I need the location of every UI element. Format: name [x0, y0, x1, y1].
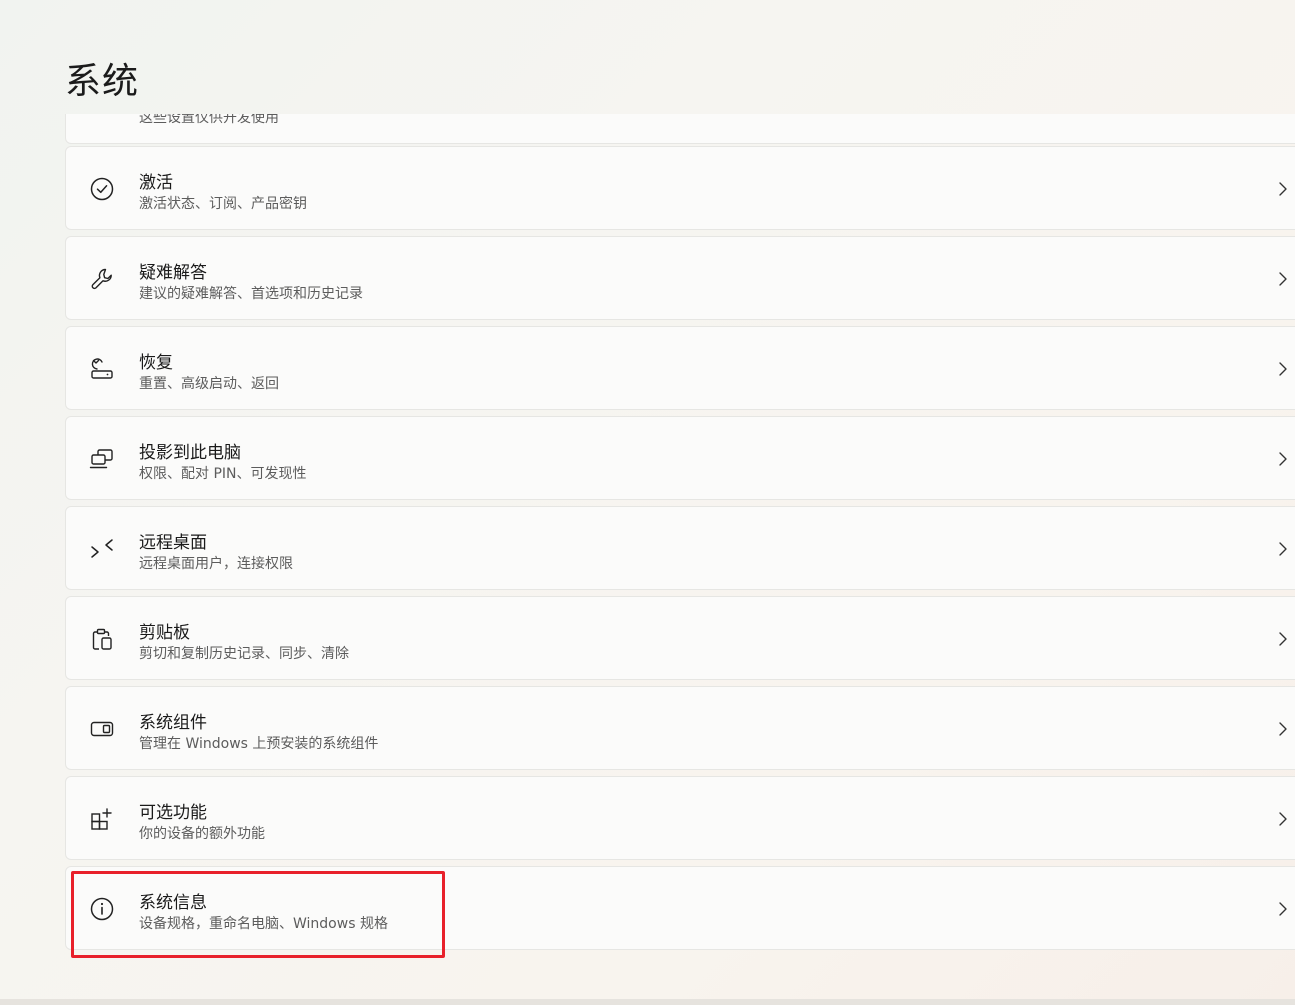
- item-title: 剪贴板: [139, 623, 190, 643]
- chevron-right-icon: [1279, 812, 1287, 826]
- item-title: 远程桌面: [139, 533, 207, 553]
- chevron-right-icon: [1279, 542, 1287, 556]
- list-item-recovery[interactable]: 恢复 重置、高级启动、返回: [65, 326, 1295, 410]
- item-subtitle: 设备规格，重命名电脑、Windows 规格: [139, 916, 388, 932]
- list-item-about[interactable]: 系统信息 设备规格，重命名电脑、Windows 规格: [65, 866, 1295, 950]
- item-subtitle: 你的设备的额外功能: [139, 826, 265, 842]
- remote-desktop-icon: [88, 535, 116, 563]
- item-title: 系统信息: [139, 893, 207, 913]
- chevron-right-icon: [1279, 452, 1287, 466]
- item-subtitle: 剪切和复制历史记录、同步、清除: [139, 646, 349, 662]
- item-subtitle: 这些设置仅供开发使用: [139, 114, 279, 126]
- list-item-activation[interactable]: 激活 激活状态、订阅、产品密钥: [65, 146, 1295, 230]
- item-title: 疑难解答: [139, 263, 207, 283]
- item-subtitle: 管理在 Windows 上预安装的系统组件: [139, 736, 379, 752]
- project-to-pc-icon: [88, 445, 116, 473]
- page-title: 系统: [65, 61, 140, 102]
- settings-list[interactable]: 这些设置仅供开发使用 激活 激活状态、订阅、产品密钥 疑难解答 建议的疑难解答、…: [0, 114, 1295, 1005]
- item-subtitle: 远程桌面用户，连接权限: [139, 556, 293, 572]
- chevron-right-icon: [1279, 902, 1287, 916]
- item-title: 投影到此电脑: [139, 443, 241, 463]
- item-subtitle: 建议的疑难解答、首选项和历史记录: [139, 286, 363, 302]
- list-item-optional-features[interactable]: 可选功能 你的设备的额外功能: [65, 776, 1295, 860]
- clipboard-icon: [88, 625, 116, 653]
- list-item-project-to-pc[interactable]: 投影到此电脑 权限、配对 PIN、可发现性: [65, 416, 1295, 500]
- item-title: 系统组件: [139, 713, 207, 733]
- item-title: 恢复: [139, 353, 173, 373]
- bottom-edge: [0, 999, 1295, 1005]
- list-item-system-components[interactable]: 系统组件 管理在 Windows 上预安装的系统组件: [65, 686, 1295, 770]
- chevron-right-icon: [1279, 722, 1287, 736]
- list-item-troubleshoot[interactable]: 疑难解答 建议的疑难解答、首选项和历史记录: [65, 236, 1295, 320]
- chevron-right-icon: [1279, 182, 1287, 196]
- list-item-remote-desktop[interactable]: 远程桌面 远程桌面用户，连接权限: [65, 506, 1295, 590]
- chevron-right-icon: [1279, 362, 1287, 376]
- recovery-icon: [88, 355, 116, 383]
- info-icon: [88, 895, 116, 923]
- wrench-icon: [88, 265, 116, 293]
- item-title: 激活: [139, 173, 173, 193]
- chevron-right-icon: [1279, 632, 1287, 646]
- check-circle-icon: [88, 175, 116, 203]
- list-item-clipboard[interactable]: 剪贴板 剪切和复制历史记录、同步、清除: [65, 596, 1295, 680]
- item-subtitle: 权限、配对 PIN、可发现性: [139, 466, 307, 482]
- system-components-icon: [88, 715, 116, 743]
- item-subtitle: 重置、高级启动、返回: [139, 376, 279, 392]
- item-subtitle: 激活状态、订阅、产品密钥: [139, 196, 307, 212]
- item-title: 可选功能: [139, 803, 207, 823]
- chevron-right-icon: [1279, 272, 1287, 286]
- list-item-developer[interactable]: 这些设置仅供开发使用: [65, 114, 1295, 144]
- optional-features-icon: [88, 805, 116, 833]
